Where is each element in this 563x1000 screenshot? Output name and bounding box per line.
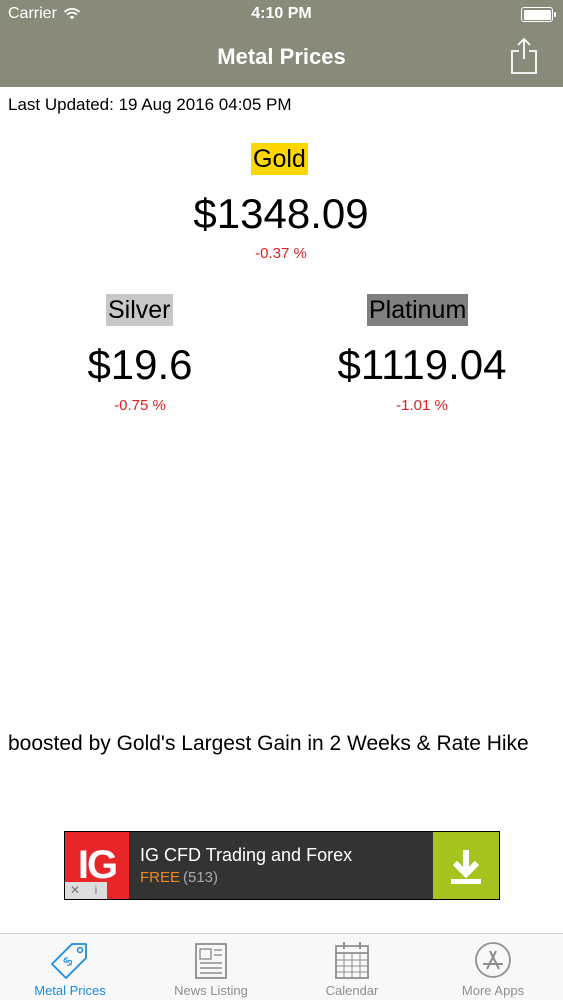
gold-price: $1348.09 (193, 190, 369, 237)
battery-icon (521, 7, 556, 22)
ad-close-button[interactable]: ✕ (65, 882, 85, 899)
ad-title[interactable]: IG CFD Trading and Forex (140, 845, 352, 866)
platinum-change: -1.01 % (396, 397, 448, 414)
ad-banner[interactable]: IG IG CFD Trading and Forex FREE (513) ✕… (64, 831, 500, 900)
tab-more-apps[interactable]: More Apps (423, 934, 563, 1000)
ad-free-label: FREE (140, 869, 181, 886)
last-updated-label: Last Updated: 19 Aug 2016 04:05 PM (8, 95, 292, 114)
ad-rating-count: (513) (183, 869, 219, 886)
navigation-header: Carrier 4:10 PM Metal Prices (0, 0, 563, 87)
platinum-label: Platinum (367, 294, 469, 326)
battery-fill (523, 9, 551, 20)
page-title: Metal Prices (217, 44, 346, 69)
silver-change: -0.75 % (114, 397, 166, 414)
tab-news-listing[interactable]: News Listing (141, 934, 281, 1000)
ticker-headline[interactable]: boosted by Gold's Largest Gain in 2 Week… (8, 732, 529, 756)
svg-text:$: $ (60, 953, 76, 969)
tab-calendar[interactable]: Calendar (282, 934, 422, 1000)
status-bar: Carrier 4:10 PM (0, 0, 563, 30)
tab-label: Calendar (325, 983, 379, 998)
ad-info-button[interactable]: i (85, 882, 107, 899)
app-store-icon (475, 942, 511, 978)
gold-label: Gold (251, 143, 308, 175)
platinum-price: $1119.04 (337, 341, 507, 388)
download-icon (451, 850, 481, 884)
tab-label: Metal Prices (34, 983, 106, 998)
calendar-icon (335, 942, 369, 979)
share-icon[interactable] (509, 37, 539, 75)
tab-bar: $ Metal Prices News Listing Calendar Mor… (0, 933, 563, 1000)
status-time: 4:10 PM (251, 5, 312, 22)
news-ticker[interactable]: boosted by Gold's Largest Gain in 2 Week… (0, 730, 563, 762)
tab-label: News Listing (174, 983, 248, 998)
tab-metal-prices[interactable]: $ Metal Prices (0, 934, 140, 1000)
price-tag-icon: $ (51, 943, 87, 979)
newspaper-icon (195, 943, 227, 979)
ad-download-button[interactable] (433, 832, 499, 899)
tab-label: More Apps (461, 983, 525, 998)
gold-change: -0.37 % (255, 245, 307, 262)
silver-price: $19.6 (87, 341, 193, 388)
silver-label: Silver (106, 294, 173, 326)
